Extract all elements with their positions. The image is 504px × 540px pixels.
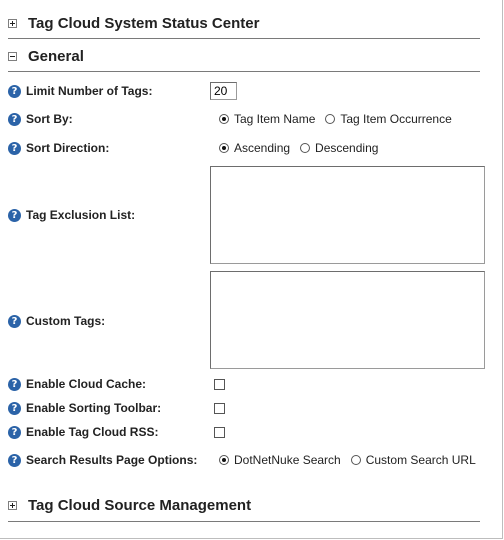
sort-by-name-label[interactable]: Tag Item Name [234, 112, 315, 126]
exclusion-textarea[interactable] [210, 166, 485, 264]
collapse-icon[interactable] [8, 52, 17, 61]
sort-by-label: Sort By: [26, 112, 73, 126]
rss-checkbox[interactable] [214, 427, 225, 438]
sort-descending-radio[interactable] [300, 143, 311, 153]
rss-row: ? Enable Tag Cloud RSS: [8, 425, 158, 439]
section-divider [8, 38, 480, 39]
help-icon[interactable]: ? [8, 314, 21, 328]
limit-field-wrap [210, 82, 237, 100]
help-icon[interactable]: ? [8, 208, 21, 222]
sorting-toolbar-row: ? Enable Sorting Toolbar: [8, 401, 161, 415]
sort-descending-label[interactable]: Descending [315, 141, 378, 155]
section-divider [8, 71, 480, 72]
sort-direction-options: Ascending Descending [219, 141, 388, 155]
help-icon[interactable]: ? [8, 141, 21, 155]
section-status-header[interactable]: Tag Cloud System Status Center [8, 15, 259, 32]
section-status-title[interactable]: Tag Cloud System Status Center [28, 15, 259, 32]
rss-label: Enable Tag Cloud RSS: [26, 425, 159, 439]
custom-tags-row: ? Custom Tags: [8, 314, 105, 328]
sort-ascending-label[interactable]: Ascending [234, 141, 290, 155]
sort-direction-row: ? Sort Direction: [8, 141, 109, 155]
search-custom-label[interactable]: Custom Search URL [366, 453, 476, 467]
sorting-toolbar-checkbox[interactable] [214, 403, 225, 414]
sort-direction-label: Sort Direction: [26, 141, 110, 155]
limit-row: ? Limit Number of Tags: [8, 84, 152, 98]
search-dnn-radio[interactable] [219, 455, 229, 465]
custom-tags-textarea[interactable] [210, 271, 485, 369]
cloud-cache-label: Enable Cloud Cache: [26, 377, 147, 391]
section-general-header[interactable]: General [8, 48, 84, 65]
limit-label: Limit Number of Tags: [26, 84, 153, 98]
help-icon[interactable]: ? [8, 112, 21, 126]
help-icon[interactable]: ? [8, 377, 21, 391]
help-icon[interactable]: ? [8, 453, 21, 467]
cloud-cache-checkbox[interactable] [214, 379, 225, 390]
search-options: DotNetNuke Search Custom Search URL [219, 453, 486, 467]
help-icon[interactable]: ? [8, 425, 21, 439]
sort-by-row: ? Sort By: [8, 112, 73, 126]
section-divider [8, 521, 480, 522]
search-dnn-label[interactable]: DotNetNuke Search [234, 453, 341, 467]
search-options-row: ? Search Results Page Options: [8, 453, 197, 467]
search-custom-radio[interactable] [350, 455, 361, 465]
section-source-header[interactable]: Tag Cloud Source Management [8, 497, 251, 514]
exclusion-row: ? Tag Exclusion List: [8, 208, 135, 222]
expand-icon[interactable] [8, 19, 17, 28]
cloud-cache-row: ? Enable Cloud Cache: [8, 377, 146, 391]
exclusion-label: Tag Exclusion List: [26, 208, 136, 222]
limit-input[interactable] [210, 82, 237, 100]
sort-by-name-radio[interactable] [219, 114, 229, 124]
sort-by-occurrence-label[interactable]: Tag Item Occurrence [340, 112, 451, 126]
sorting-toolbar-label: Enable Sorting Toolbar: [26, 401, 162, 415]
help-icon[interactable]: ? [8, 84, 21, 98]
search-options-label: Search Results Page Options: [26, 453, 198, 467]
sort-by-options: Tag Item Name Tag Item Occurrence [219, 112, 462, 126]
section-source-title[interactable]: Tag Cloud Source Management [28, 497, 251, 514]
expand-icon[interactable] [8, 501, 17, 510]
sort-ascending-radio[interactable] [219, 143, 229, 153]
custom-tags-label: Custom Tags: [26, 314, 106, 328]
help-icon[interactable]: ? [8, 401, 21, 415]
section-general-title[interactable]: General [28, 48, 84, 65]
sort-by-occurrence-radio[interactable] [325, 114, 336, 124]
